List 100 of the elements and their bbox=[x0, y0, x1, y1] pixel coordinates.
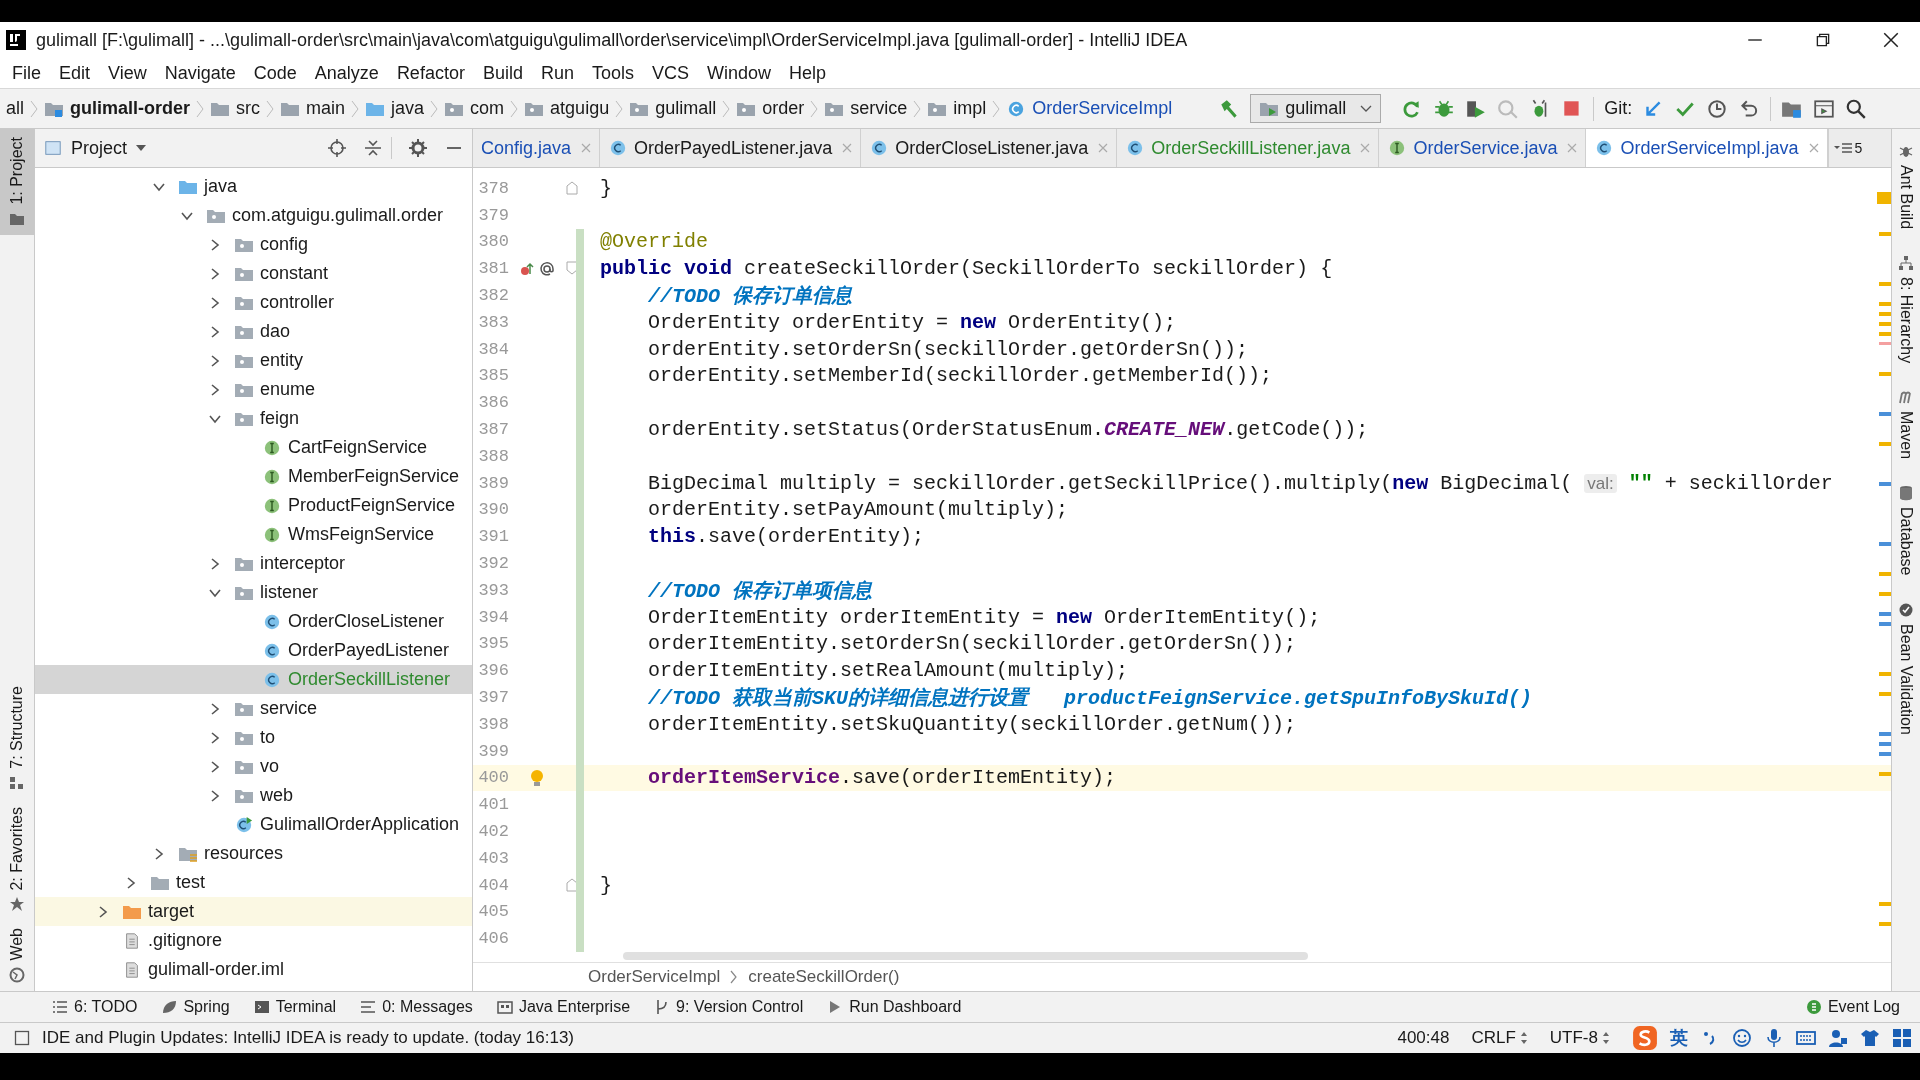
encoding-selector[interactable]: UTF-8 bbox=[1549, 1028, 1610, 1048]
tool-window-button[interactable]: Bean Validation bbox=[1897, 601, 1915, 735]
change-marker[interactable] bbox=[576, 925, 584, 953]
tool-window-button[interactable]: Spring bbox=[153, 996, 238, 1018]
panel-toggle-icon[interactable] bbox=[14, 1030, 30, 1046]
menu-item[interactable]: Code bbox=[247, 62, 303, 84]
nav-crumb[interactable]: OrderServiceImpl bbox=[1000, 98, 1179, 119]
tool-window-button[interactable]: 6: TODO bbox=[44, 996, 146, 1018]
tool-window-button[interactable]: Web bbox=[0, 920, 34, 991]
nav-crumb[interactable]: all bbox=[0, 98, 30, 119]
nav-crumb[interactable]: order bbox=[730, 98, 811, 119]
caret-position[interactable]: 400:48 bbox=[1397, 1028, 1450, 1048]
keyboard-icon[interactable] bbox=[1796, 1028, 1816, 1048]
nav-crumb[interactable]: com bbox=[438, 98, 511, 119]
breadcrumb-item[interactable]: createSeckillOrder() bbox=[748, 967, 900, 987]
tree-item[interactable]: .gitignore bbox=[35, 926, 472, 955]
tree-item[interactable]: resources bbox=[35, 839, 472, 868]
breadcrumb-item[interactable]: OrderServiceImpl bbox=[588, 967, 721, 987]
search-icon[interactable] bbox=[1845, 97, 1868, 120]
tool-window-button[interactable]: Maven bbox=[1897, 389, 1915, 460]
tree-item[interactable]: com.atguigu.gulimall.order bbox=[35, 201, 472, 230]
lightbulb-icon[interactable] bbox=[528, 768, 545, 787]
panel-title-dropdown[interactable]: Project bbox=[71, 137, 128, 159]
nav-crumb[interactable]: main bbox=[274, 98, 352, 119]
tree-item[interactable]: feign bbox=[35, 404, 472, 433]
tree-item[interactable]: entity bbox=[35, 346, 472, 375]
editor-tab[interactable]: OrderServiceImpl.java bbox=[1586, 129, 1828, 167]
nav-crumb[interactable]: gulimall bbox=[623, 98, 723, 119]
event-log-button[interactable]: Event Log bbox=[1797, 996, 1908, 1018]
tree-item[interactable]: test bbox=[35, 868, 472, 897]
menu-item[interactable]: Window bbox=[701, 62, 778, 84]
nav-crumb[interactable]: gulimall-order bbox=[38, 98, 197, 119]
editor-tab[interactable]: Config.java bbox=[473, 129, 601, 167]
person-icon[interactable] bbox=[1828, 1028, 1848, 1048]
tree-item[interactable]: java bbox=[35, 172, 472, 201]
tool-window-button[interactable]: 8: Hierarchy bbox=[1897, 255, 1915, 364]
run-config-dropdown[interactable]: gulimall bbox=[1250, 94, 1382, 123]
fold-start-icon[interactable] bbox=[566, 261, 578, 276]
crosshair-icon[interactable] bbox=[327, 138, 347, 158]
annotation-icon[interactable] bbox=[538, 260, 555, 277]
menu-item[interactable]: View bbox=[102, 62, 153, 84]
tree-item[interactable]: dao bbox=[35, 317, 472, 346]
editor-tab[interactable]: OrderSeckillListener.java bbox=[1117, 129, 1380, 167]
menu-item[interactable]: Run bbox=[534, 62, 580, 84]
fold-end-icon[interactable] bbox=[566, 181, 578, 195]
tree-item[interactable]: constant bbox=[35, 259, 472, 288]
microphone-icon[interactable] bbox=[1764, 1028, 1784, 1048]
nav-crumb[interactable]: impl bbox=[921, 98, 993, 119]
tool-window-button[interactable]: 7: Structure bbox=[0, 678, 34, 799]
tree-item[interactable]: MemberFeignService bbox=[35, 462, 472, 491]
tree-item[interactable]: web bbox=[35, 781, 472, 810]
caret-icon[interactable] bbox=[135, 144, 148, 152]
tree-item[interactable]: controller bbox=[35, 288, 472, 317]
editor-tab[interactable]: OrderPayedListener.java bbox=[600, 129, 862, 167]
tree-item[interactable]: GulimallOrderApplication bbox=[35, 810, 472, 839]
line-separator-selector[interactable]: CRLF bbox=[1471, 1028, 1528, 1048]
restore-icon[interactable] bbox=[1814, 31, 1832, 49]
input-language-toggle[interactable]: 英 bbox=[1670, 1026, 1688, 1050]
tool-window-button[interactable]: Database bbox=[1897, 485, 1915, 576]
nav-crumb[interactable]: service bbox=[818, 98, 914, 119]
change-marker[interactable] bbox=[576, 228, 584, 256]
menu-item[interactable]: Build bbox=[476, 62, 529, 84]
tree-item[interactable]: target bbox=[35, 897, 472, 926]
tree-item[interactable]: ProductFeignService bbox=[35, 491, 472, 520]
window-icon[interactable] bbox=[1813, 97, 1836, 120]
tree-item[interactable]: gulimall-order.iml bbox=[35, 955, 472, 984]
menu-item[interactable]: File bbox=[6, 62, 47, 84]
tree-item[interactable]: service bbox=[35, 694, 472, 723]
tool-window-button[interactable]: 0: Messages bbox=[352, 996, 481, 1018]
tool-window-button[interactable]: 2: Favorites bbox=[0, 798, 34, 921]
smiley-icon[interactable] bbox=[1732, 1028, 1752, 1048]
tree-item[interactable]: listener bbox=[35, 578, 472, 607]
override-icon[interactable] bbox=[518, 260, 535, 277]
menu-item[interactable]: Refactor bbox=[390, 62, 471, 84]
tool-window-button[interactable]: 1: Project bbox=[0, 129, 34, 235]
tree-item[interactable]: vo bbox=[35, 752, 472, 781]
menu-item[interactable]: Tools bbox=[585, 62, 640, 84]
close-icon[interactable] bbox=[1882, 31, 1900, 49]
menu-item[interactable]: Help bbox=[783, 62, 833, 84]
menu-item[interactable]: VCS bbox=[646, 62, 695, 84]
menu-item[interactable]: Analyze bbox=[308, 62, 385, 84]
profiler-icon[interactable] bbox=[1497, 97, 1520, 120]
fold-end-icon[interactable] bbox=[566, 877, 578, 892]
menu-item[interactable]: Navigate bbox=[158, 62, 242, 84]
tree-item[interactable]: CartFeignService bbox=[35, 433, 472, 462]
shirt-icon[interactable] bbox=[1860, 1028, 1880, 1048]
settings-icon[interactable] bbox=[408, 138, 428, 158]
tool-window-button[interactable]: Run Dashboard bbox=[819, 996, 970, 1018]
tool-window-button[interactable]: 9: Version Control bbox=[646, 996, 812, 1018]
tool-window-button[interactable]: Ant Build bbox=[1897, 143, 1915, 230]
tree-item[interactable]: enume bbox=[35, 375, 472, 404]
input-method-logo-icon[interactable] bbox=[1632, 1025, 1658, 1051]
tree-item[interactable]: interceptor bbox=[35, 549, 472, 578]
menu-item[interactable]: Edit bbox=[53, 62, 97, 84]
tree-item[interactable]: OrderPayedListener bbox=[35, 636, 472, 665]
tree-item[interactable]: OrderCloseListener bbox=[35, 607, 472, 636]
hidden-tabs-button[interactable]: 5 bbox=[1827, 129, 1867, 167]
tree-item[interactable]: to bbox=[35, 723, 472, 752]
tool-window-button[interactable]: Terminal bbox=[245, 996, 345, 1018]
editor-tab[interactable]: OrderCloseListener.java bbox=[861, 129, 1118, 167]
